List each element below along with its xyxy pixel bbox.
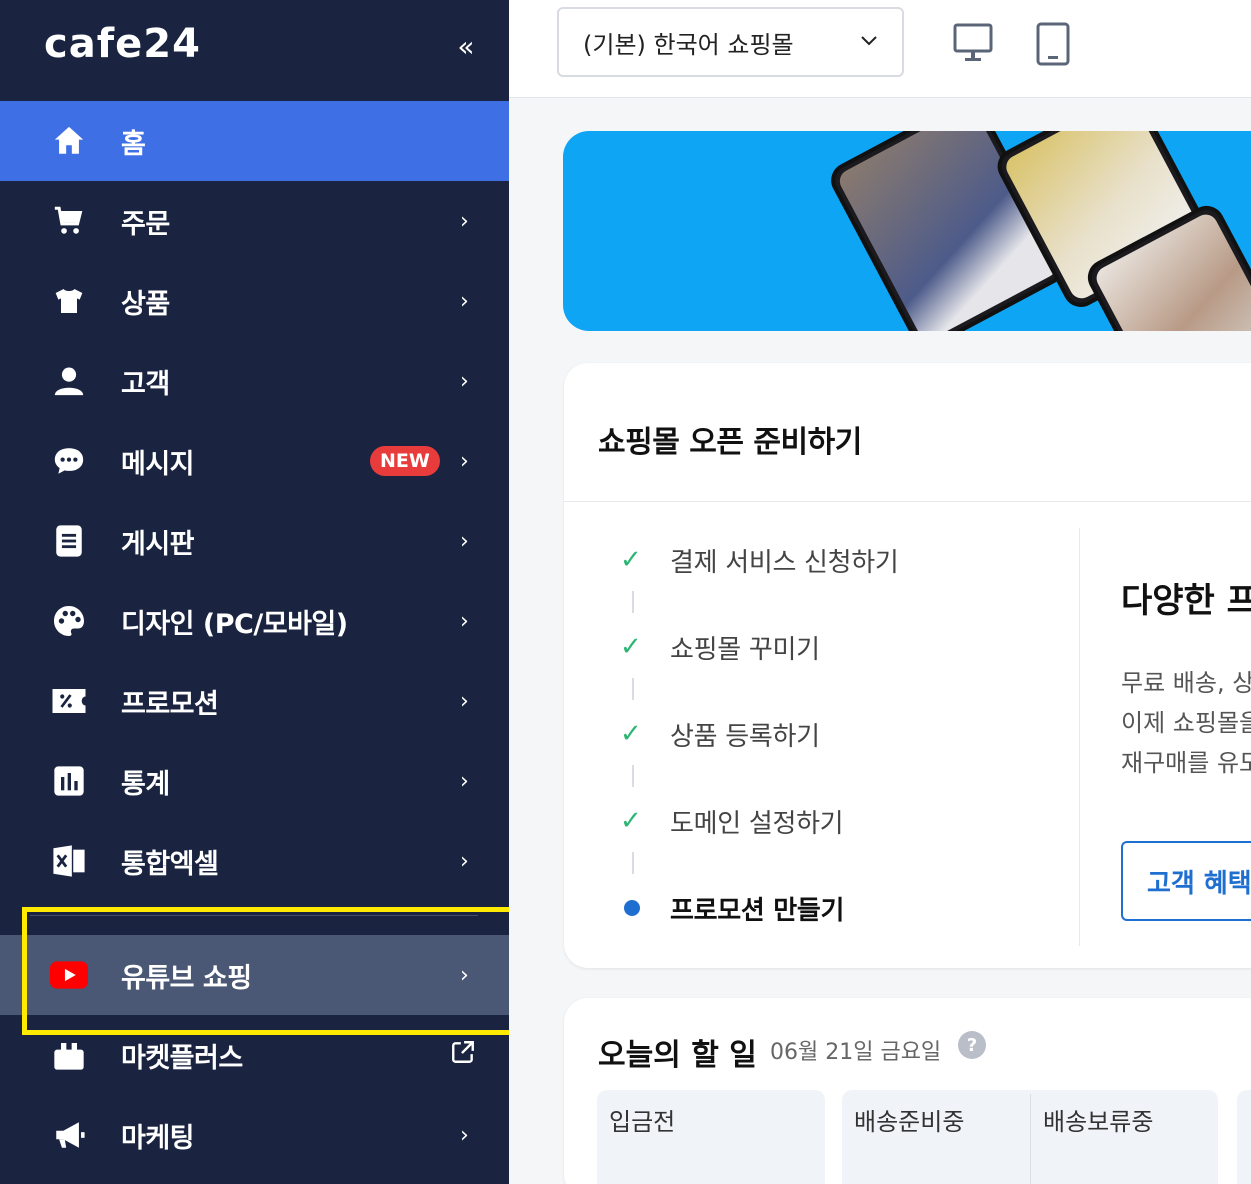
step-connector [632, 678, 634, 700]
check-icon: ✓ [620, 545, 642, 575]
tile-on-hold[interactable]: 배송보류중 [1043, 1102, 1153, 1137]
chevron-right-icon: › [460, 208, 469, 234]
chevron-right-icon: › [460, 848, 469, 874]
step-payment[interactable]: ✓ 결제 서비스 신청하기 [564, 540, 1064, 580]
sidebar-item-customers[interactable]: 고객 › [0, 341, 509, 421]
divider [564, 501, 1251, 502]
tile-next[interactable] [1237, 1090, 1251, 1184]
palette-icon [50, 602, 88, 640]
external-link-icon [450, 1039, 476, 1071]
customer-benefit-button[interactable]: 고객 혜택 [1121, 841, 1251, 921]
chevron-right-icon: › [460, 368, 469, 394]
card-title: 쇼핑몰 오픈 준비하기 [598, 425, 862, 460]
user-icon [50, 362, 88, 400]
mobile-icon[interactable] [1035, 22, 1071, 70]
excel-icon [50, 842, 88, 880]
promo-text: 무료 배송, 상 [1121, 669, 1251, 697]
step-domain[interactable]: ✓ 도메인 설정하기 [564, 801, 1064, 841]
chevron-right-icon: › [460, 288, 469, 314]
chevron-down-icon [860, 31, 878, 52]
store-icon [50, 1036, 88, 1074]
sidebar-item-home[interactable]: 홈 [0, 101, 509, 181]
chevron-right-icon: › [460, 608, 469, 634]
sidebar-item-promotion[interactable]: 프로모션 › [0, 661, 509, 741]
sidebar-item-design[interactable]: 디자인 (PC/모바일) › [0, 581, 509, 661]
promo-banner[interactable] [563, 131, 1251, 331]
vertical-divider [1079, 528, 1080, 946]
sidebar-item-board[interactable]: 게시판 › [0, 501, 509, 581]
topbar: (기본) 한국어 쇼핑몰 [509, 0, 1251, 98]
tile-preparing[interactable]: 배송준비중 [854, 1102, 964, 1137]
check-icon: ✓ [620, 632, 642, 662]
collapse-sidebar-icon[interactable]: « [448, 28, 484, 64]
step-connector [632, 852, 634, 874]
highlight-box [22, 907, 509, 1035]
sidebar: cafe24 « 홈 주문 › 상품 › 고객 › 메시지 NEW › 게시판 … [0, 0, 509, 1184]
desktop-icon[interactable] [953, 22, 993, 68]
brand-logo[interactable]: cafe24 [44, 21, 201, 67]
sidebar-item-statistics[interactable]: 통계 › [0, 741, 509, 821]
tile-before-deposit[interactable]: 입금전 [597, 1090, 825, 1184]
board-icon [50, 522, 88, 560]
home-icon [50, 122, 88, 160]
bar-chart-icon [50, 762, 88, 800]
tile-divider [1030, 1094, 1031, 1184]
promo-text: 이제 쇼핑몰을 [1121, 709, 1251, 737]
todo-title: 오늘의 할 일 [598, 1038, 757, 1073]
sidebar-item-products[interactable]: 상품 › [0, 261, 509, 341]
sidebar-item-messages[interactable]: 메시지 NEW › [0, 421, 509, 501]
todo-card: 오늘의 할 일 06월 21일 금요일 ? 입금전 배송준비중 배송보류중 [564, 998, 1251, 1184]
cart-icon [50, 202, 88, 240]
current-step-dot [624, 900, 640, 916]
promo-heading: 다양한 프 [1121, 581, 1251, 621]
open-prep-card: 쇼핑몰 오픈 준비하기 ✓ 결제 서비스 신청하기 ✓ 쇼핑몰 꾸미기 ✓ 상품… [564, 363, 1251, 968]
check-icon: ✓ [620, 719, 642, 749]
step-products[interactable]: ✓ 상품 등록하기 [564, 714, 1064, 754]
step-promotion[interactable]: 프로모션 만들기 [564, 888, 1064, 928]
chevron-right-icon: › [460, 528, 469, 554]
check-icon: ✓ [620, 806, 642, 836]
shop-select[interactable]: (기본) 한국어 쇼핑몰 [557, 7, 904, 77]
tile-shipping-group: 배송준비중 배송보류중 [842, 1090, 1218, 1184]
step-connector [632, 765, 634, 787]
step-connector [632, 591, 634, 613]
step-decorate[interactable]: ✓ 쇼핑몰 꾸미기 [564, 627, 1064, 667]
tshirt-icon [50, 282, 88, 320]
chevron-right-icon: › [460, 768, 469, 794]
megaphone-icon [50, 1116, 88, 1154]
sidebar-item-marketing[interactable]: 마케팅 › [0, 1095, 509, 1175]
chevron-right-icon: › [460, 448, 469, 474]
sidebar-item-excel[interactable]: 통합엑셀 › [0, 821, 509, 901]
chevron-right-icon: › [460, 688, 469, 714]
todo-date: 06월 21일 금요일 [770, 1040, 942, 1065]
sidebar-item-orders[interactable]: 주문 › [0, 181, 509, 261]
help-icon[interactable]: ? [958, 1031, 986, 1059]
promo-text: 재구매를 유도 [1121, 749, 1251, 777]
chat-icon [50, 442, 88, 480]
coupon-icon [50, 682, 88, 720]
new-badge: NEW [370, 446, 440, 476]
chevron-right-icon: › [460, 1122, 469, 1148]
